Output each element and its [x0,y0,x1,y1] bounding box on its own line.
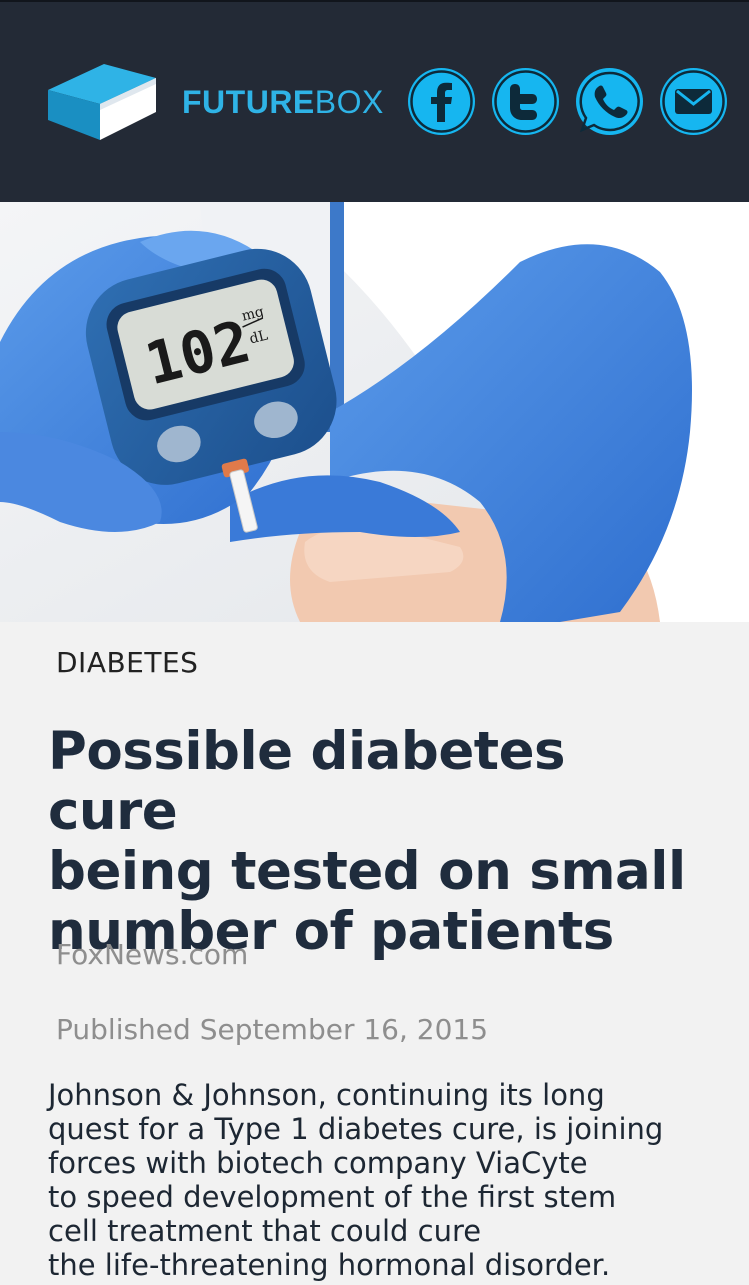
email-icon [662,70,725,133]
article-body-line: quest for a Type 1 diabetes cure, is joi… [48,1112,664,1146]
brand-name[interactable]: FUTUREBOX [182,84,384,121]
article-body-line: cell treatment that could cure [48,1214,482,1248]
app-header: FUTUREBOX [0,0,749,202]
article-title: Possible diabetes cure being tested on s… [48,722,708,962]
futurebox-logo-icon[interactable] [48,64,156,140]
email-button[interactable] [660,68,727,135]
article-body: Johnson & Johnson, continuing its long q… [48,1078,738,1282]
article-body-line: to speed development of the first stem [48,1180,617,1214]
article-category[interactable]: DIABETES [56,646,198,679]
twitter-button[interactable] [492,68,559,135]
article-body-line: the life-threatening hormonal disorder. [48,1248,611,1282]
facebook-icon [410,70,473,133]
glucose-meter-photo: 102 mg dL [0,202,749,622]
article-title-line: being tested on small [48,841,686,902]
article-published-date: Published September 16, 2015 [56,1013,489,1046]
whatsapp-button[interactable] [576,68,643,135]
article-body-line: Johnson & Johnson, continuing its long [48,1078,605,1112]
article-body-line: forces with biotech company ViaCyte [48,1146,588,1180]
twitter-icon [494,70,557,133]
header-top-border [0,0,749,2]
hero-image: 102 mg dL [0,202,749,622]
article-title-line: Possible diabetes cure [48,721,566,842]
facebook-button[interactable] [408,68,475,135]
article-source[interactable]: FoxNews.com [56,938,248,971]
whatsapp-icon [579,71,640,133]
brand-name-light: BOX [314,84,384,120]
brand-name-bold: FUTURE [182,84,315,120]
